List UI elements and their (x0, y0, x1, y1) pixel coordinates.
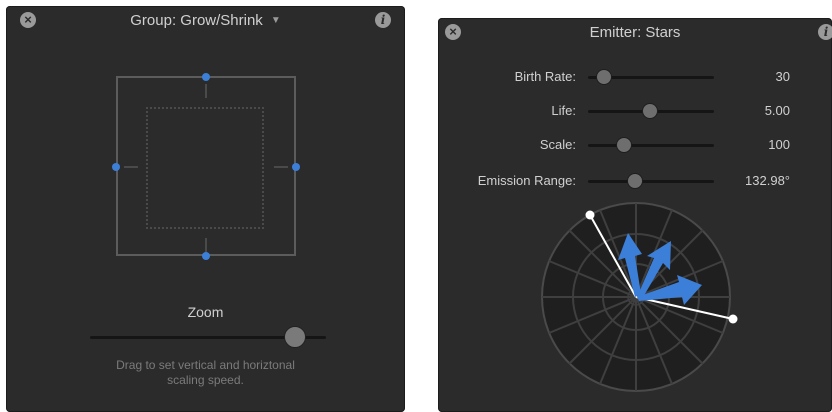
chevron-down-icon[interactable]: ▼ (271, 15, 281, 26)
group-title: Group: Grow/Shrink (130, 12, 263, 29)
top-direction-tick (205, 84, 207, 98)
scale-inner-box (146, 107, 264, 229)
left-scale-handle[interactable] (112, 163, 120, 171)
emitter-hud-panel: × Emitter: Stars i Birth Rate: 30 Life: … (438, 18, 832, 412)
group-hud-panel: × Group: Grow/Shrink ▼ i Zoom Drag to set… (6, 6, 405, 412)
emission-range-start-handle[interactable] (585, 210, 595, 220)
info-icon[interactable]: i (375, 12, 391, 28)
hud-title[interactable]: Group: Grow/Shrink ▼ (6, 6, 405, 36)
emission-range-end-handle[interactable] (728, 314, 738, 324)
bottom-scale-handle[interactable] (202, 252, 210, 260)
right-direction-tick (274, 166, 288, 168)
zoom-slider-knob[interactable] (284, 326, 306, 348)
right-scale-handle[interactable] (292, 163, 300, 171)
left-direction-tick (124, 166, 138, 168)
zoom-label: Zoom (187, 304, 224, 320)
help-line-2: scaling speed. (167, 373, 244, 387)
help-text: Drag to set vertical and horiztonal scal… (46, 358, 365, 388)
emission-dial[interactable] (438, 18, 832, 412)
top-scale-handle[interactable] (202, 73, 210, 81)
help-line-1: Drag to set vertical and horiztonal (116, 358, 295, 372)
bottom-direction-tick (205, 238, 207, 252)
